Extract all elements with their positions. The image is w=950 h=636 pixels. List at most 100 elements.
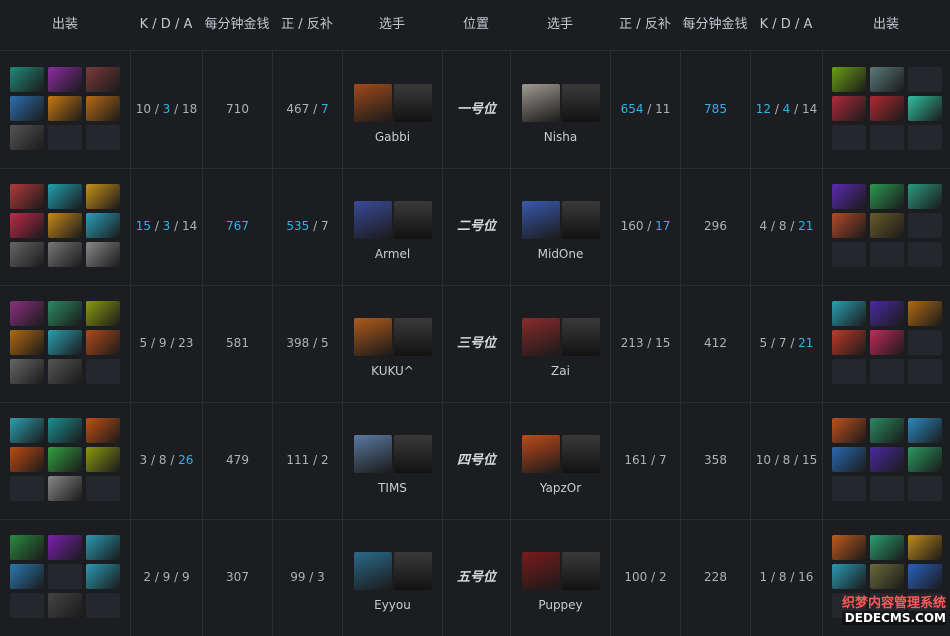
- hero-portrait[interactable]: [521, 318, 560, 356]
- item-icon[interactable]: [869, 184, 904, 209]
- item-icon[interactable]: [10, 330, 44, 355]
- item-icon[interactable]: [86, 213, 120, 238]
- empty-item-slot[interactable]: [48, 564, 82, 589]
- item-icon[interactable]: [831, 301, 866, 326]
- item-icon[interactable]: [831, 418, 866, 443]
- item-icon[interactable]: [48, 535, 82, 560]
- item-icon[interactable]: [48, 184, 82, 209]
- item-icon[interactable]: [10, 564, 44, 589]
- item-icon[interactable]: [831, 535, 866, 560]
- item-icon[interactable]: [907, 184, 942, 209]
- item-icon[interactable]: [10, 67, 44, 92]
- empty-item-slot[interactable]: [831, 125, 866, 150]
- item-icon[interactable]: [10, 213, 44, 238]
- player-name[interactable]: TIMS: [343, 481, 442, 495]
- item-icon[interactable]: [907, 564, 942, 589]
- empty-item-slot[interactable]: [869, 125, 904, 150]
- item-icon[interactable]: [831, 330, 866, 355]
- player-name[interactable]: MidOne: [511, 247, 610, 261]
- item-icon[interactable]: [86, 67, 120, 92]
- player-photo[interactable]: [561, 201, 600, 239]
- hero-portrait[interactable]: [353, 201, 392, 239]
- empty-item-slot[interactable]: [869, 476, 904, 501]
- item-icon[interactable]: [10, 447, 44, 472]
- item-icon[interactable]: [10, 301, 44, 326]
- player-photo[interactable]: [393, 84, 432, 122]
- hero-portrait[interactable]: [521, 201, 560, 239]
- empty-item-slot[interactable]: [831, 476, 866, 501]
- player-photo[interactable]: [393, 201, 432, 239]
- empty-item-slot[interactable]: [869, 242, 904, 267]
- item-icon[interactable]: [86, 242, 120, 267]
- item-icon[interactable]: [10, 535, 44, 560]
- empty-item-slot[interactable]: [869, 359, 904, 384]
- player-name[interactable]: Eyyou: [343, 598, 442, 612]
- hero-portrait[interactable]: [353, 552, 392, 590]
- item-icon[interactable]: [86, 96, 120, 121]
- empty-item-slot[interactable]: [907, 125, 942, 150]
- item-icon[interactable]: [48, 96, 82, 121]
- item-icon[interactable]: [48, 418, 82, 443]
- item-icon[interactable]: [10, 359, 44, 384]
- item-icon[interactable]: [10, 242, 44, 267]
- item-icon[interactable]: [869, 535, 904, 560]
- item-icon[interactable]: [48, 359, 82, 384]
- item-icon[interactable]: [831, 447, 866, 472]
- hero-portrait[interactable]: [353, 318, 392, 356]
- player-name[interactable]: Zai: [511, 364, 610, 378]
- empty-item-slot[interactable]: [10, 476, 44, 501]
- hero-portrait[interactable]: [521, 84, 560, 122]
- item-icon[interactable]: [86, 301, 120, 326]
- empty-item-slot[interactable]: [907, 330, 942, 355]
- empty-item-slot[interactable]: [86, 593, 120, 618]
- player-photo[interactable]: [561, 318, 600, 356]
- item-icon[interactable]: [869, 301, 904, 326]
- item-icon[interactable]: [907, 535, 942, 560]
- empty-item-slot[interactable]: [86, 359, 120, 384]
- item-icon[interactable]: [86, 535, 120, 560]
- item-icon[interactable]: [907, 447, 942, 472]
- item-icon[interactable]: [869, 447, 904, 472]
- item-icon[interactable]: [86, 447, 120, 472]
- player-name[interactable]: YapzOr: [511, 481, 610, 495]
- item-icon[interactable]: [86, 184, 120, 209]
- item-icon[interactable]: [831, 564, 866, 589]
- player-photo[interactable]: [561, 84, 600, 122]
- empty-item-slot[interactable]: [907, 359, 942, 384]
- player-photo[interactable]: [561, 552, 600, 590]
- empty-item-slot[interactable]: [907, 476, 942, 501]
- empty-item-slot[interactable]: [86, 125, 120, 150]
- hero-portrait[interactable]: [521, 552, 560, 590]
- empty-item-slot[interactable]: [907, 242, 942, 267]
- empty-item-slot[interactable]: [10, 593, 44, 618]
- item-icon[interactable]: [48, 67, 82, 92]
- item-icon[interactable]: [48, 330, 82, 355]
- player-photo[interactable]: [561, 435, 600, 473]
- hero-portrait[interactable]: [353, 435, 392, 473]
- item-icon[interactable]: [48, 301, 82, 326]
- item-icon[interactable]: [10, 184, 44, 209]
- player-name[interactable]: Nisha: [511, 130, 610, 144]
- item-icon[interactable]: [831, 184, 866, 209]
- player-photo[interactable]: [393, 318, 432, 356]
- item-icon[interactable]: [48, 447, 82, 472]
- empty-item-slot[interactable]: [831, 242, 866, 267]
- hero-portrait[interactable]: [353, 84, 392, 122]
- empty-item-slot[interactable]: [48, 125, 82, 150]
- item-icon[interactable]: [86, 418, 120, 443]
- hero-portrait[interactable]: [521, 435, 560, 473]
- empty-item-slot[interactable]: [831, 359, 866, 384]
- empty-item-slot[interactable]: [86, 476, 120, 501]
- player-photo[interactable]: [393, 435, 432, 473]
- item-icon[interactable]: [831, 213, 866, 238]
- item-icon[interactable]: [48, 476, 82, 501]
- item-icon[interactable]: [869, 418, 904, 443]
- item-icon[interactable]: [869, 330, 904, 355]
- player-photo[interactable]: [393, 552, 432, 590]
- item-icon[interactable]: [869, 213, 904, 238]
- empty-item-slot[interactable]: [907, 213, 942, 238]
- item-icon[interactable]: [869, 564, 904, 589]
- item-icon[interactable]: [10, 96, 44, 121]
- item-icon[interactable]: [48, 213, 82, 238]
- item-icon[interactable]: [86, 564, 120, 589]
